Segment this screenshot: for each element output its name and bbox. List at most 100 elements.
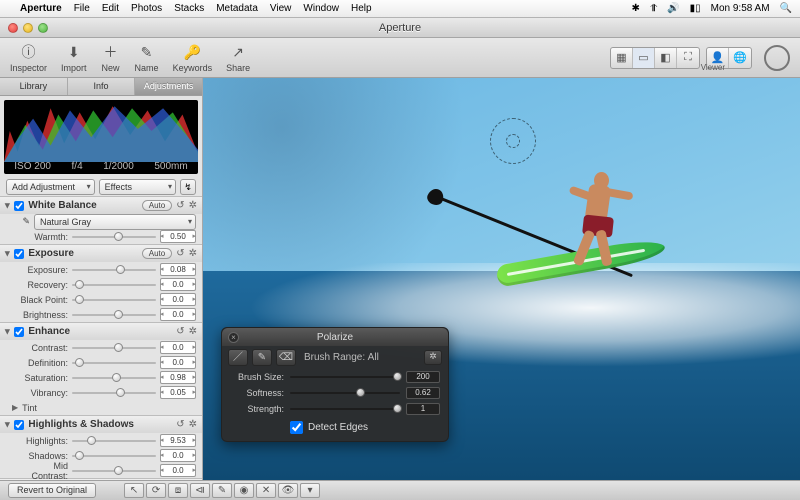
bluetooth-icon[interactable]: ✱ (631, 3, 639, 14)
adjustments-scroll[interactable]: ▶White BalanceAuto↺✲ ✎Natural Gray Warmt… (0, 196, 202, 480)
strength-value[interactable]: 1 (406, 403, 440, 415)
view-tool-icon[interactable]: 👁 (278, 483, 298, 498)
panel-gear-icon[interactable]: ✲ (189, 248, 197, 259)
viewer-mode-icon[interactable]: ▭ (633, 48, 655, 68)
menu-metadata[interactable]: Metadata (216, 3, 258, 14)
contrast-slider[interactable] (72, 342, 156, 353)
tint-disclosure[interactable]: ▶ (12, 403, 18, 412)
revert-button[interactable]: Revert to Original (8, 483, 96, 498)
shadows-slider[interactable] (72, 450, 156, 461)
vibrancy-slider[interactable] (72, 387, 156, 398)
wifi-icon[interactable]: ⥣ (650, 3, 657, 14)
loupe-button[interactable] (764, 45, 790, 71)
brush-erase-icon[interactable]: ⌫ (276, 349, 296, 366)
exposure-value[interactable]: 0.08 (160, 263, 196, 276)
blackpoint-value[interactable]: 0.0 (160, 293, 196, 306)
definition-value[interactable]: 0.0 (160, 356, 196, 369)
menu-file[interactable]: File (74, 3, 90, 14)
reset-icon[interactable]: ↺ (176, 419, 184, 430)
saturation-value[interactable]: 0.98 (160, 371, 196, 384)
menu-window[interactable]: Window (303, 3, 339, 14)
brush-feather-icon[interactable]: ✎ (252, 349, 272, 366)
disclosure-triangle-icon[interactable]: ▶ (4, 251, 12, 256)
hud-close-button[interactable]: × (228, 332, 239, 343)
panel-gear-icon[interactable]: ✲ (189, 200, 197, 211)
enhance-checkbox[interactable] (14, 327, 24, 337)
saturation-slider[interactable] (72, 372, 156, 383)
menu-help[interactable]: Help (351, 3, 372, 14)
reset-icon[interactable]: ↺ (176, 326, 184, 337)
disclosure-triangle-icon[interactable]: ▶ (4, 422, 12, 427)
clock[interactable]: Mon 9:58 AM (711, 3, 770, 14)
white-balance-checkbox[interactable] (14, 201, 24, 211)
reset-icon[interactable]: ↺ (176, 200, 184, 211)
app-menu[interactable]: Aperture (20, 3, 62, 14)
view-mode-segmented[interactable]: ▦ ▭ ◧ ⛶ (610, 47, 700, 69)
warmth-slider[interactable] (72, 231, 156, 242)
exposure-checkbox[interactable] (14, 249, 24, 259)
definition-slider[interactable] (72, 357, 156, 368)
recovery-value[interactable]: 0.0 (160, 278, 196, 291)
more-tool-icon[interactable]: ▾ (300, 483, 320, 498)
tab-adjustments[interactable]: Adjustments (135, 78, 202, 95)
highlights-checkbox[interactable] (14, 420, 24, 430)
exposure-slider[interactable] (72, 264, 156, 275)
minimize-button[interactable] (23, 23, 33, 33)
tab-info[interactable]: Info (68, 78, 136, 95)
import-button[interactable]: ⬇Import (61, 42, 87, 73)
softness-slider[interactable] (290, 388, 400, 398)
close-button[interactable] (8, 23, 18, 33)
inspector-button[interactable]: ⓘInspector (10, 42, 47, 73)
grid-view-icon[interactable]: ▦ (611, 48, 633, 68)
globe-icon[interactable]: 🌐 (729, 48, 751, 68)
contrast-value[interactable]: 0.0 (160, 341, 196, 354)
eyedropper-icon[interactable]: ✎ (18, 216, 30, 227)
white-balance-preset-dropdown[interactable]: Natural Gray (34, 214, 196, 230)
brush-tool-icon[interactable]: ✎ (212, 483, 232, 498)
highlights-slider[interactable] (72, 435, 156, 446)
split-view-icon[interactable]: ◧ (655, 48, 677, 68)
viewer[interactable]: × Polarize ／ ✎ ⌫ Brush Range: All ✲ Brus… (203, 78, 800, 480)
strength-slider[interactable] (290, 404, 400, 414)
brush-add-icon[interactable]: ／ (228, 349, 248, 366)
midcontrast-slider[interactable] (72, 465, 156, 476)
brush-size-value[interactable]: 200 (406, 371, 440, 383)
midcontrast-value[interactable]: 0.0 (160, 464, 196, 477)
adjustments-gear-icon[interactable]: ↯ (180, 179, 196, 195)
spotlight-icon[interactable]: 🔍 (780, 3, 792, 14)
softness-value[interactable]: 0.62 (406, 387, 440, 399)
menu-photos[interactable]: Photos (131, 3, 162, 14)
vibrancy-value[interactable]: 0.05 (160, 386, 196, 399)
menu-view[interactable]: View (270, 3, 292, 14)
panel-gear-icon[interactable]: ✲ (189, 326, 197, 337)
volume-icon[interactable]: 🔊 (667, 3, 679, 14)
blackpoint-slider[interactable] (72, 294, 156, 305)
disclosure-triangle-icon[interactable]: ▶ (4, 203, 12, 208)
brightness-slider[interactable] (72, 309, 156, 320)
zoom-button[interactable] (38, 23, 48, 33)
hud-gear-icon[interactable]: ✲ (424, 350, 442, 365)
name-button[interactable]: ✎Name (135, 42, 159, 73)
highlights-value[interactable]: 9.53 (160, 434, 196, 447)
exposure-auto-button[interactable]: Auto (142, 248, 172, 259)
redeye-tool-icon[interactable]: ◉ (234, 483, 254, 498)
new-button[interactable]: ＋New (101, 42, 121, 73)
patch-tool-icon[interactable]: ✕ (256, 483, 276, 498)
rotate-tool-icon[interactable]: ⟳ (146, 483, 166, 498)
effects-dropdown[interactable]: Effects (99, 179, 176, 195)
recovery-slider[interactable] (72, 279, 156, 290)
keywords-button[interactable]: 🔑Keywords (173, 42, 213, 73)
warmth-value[interactable]: 0.50 (160, 230, 196, 243)
brightness-value[interactable]: 0.0 (160, 308, 196, 321)
reset-icon[interactable]: ↺ (176, 248, 184, 259)
panel-gear-icon[interactable]: ✲ (189, 419, 197, 430)
detect-edges-checkbox[interactable] (290, 421, 303, 434)
battery-icon[interactable]: ▮▯ (690, 3, 701, 14)
white-balance-auto-button[interactable]: Auto (142, 200, 172, 211)
polarize-hud[interactable]: × Polarize ／ ✎ ⌫ Brush Range: All ✲ Brus… (221, 327, 449, 442)
crop-tool-icon[interactable]: ⧈ (168, 483, 188, 498)
menu-edit[interactable]: Edit (102, 3, 119, 14)
add-adjustment-dropdown[interactable]: Add Adjustment (6, 179, 95, 195)
brush-size-slider[interactable] (290, 372, 400, 382)
tab-library[interactable]: Library (0, 78, 68, 95)
